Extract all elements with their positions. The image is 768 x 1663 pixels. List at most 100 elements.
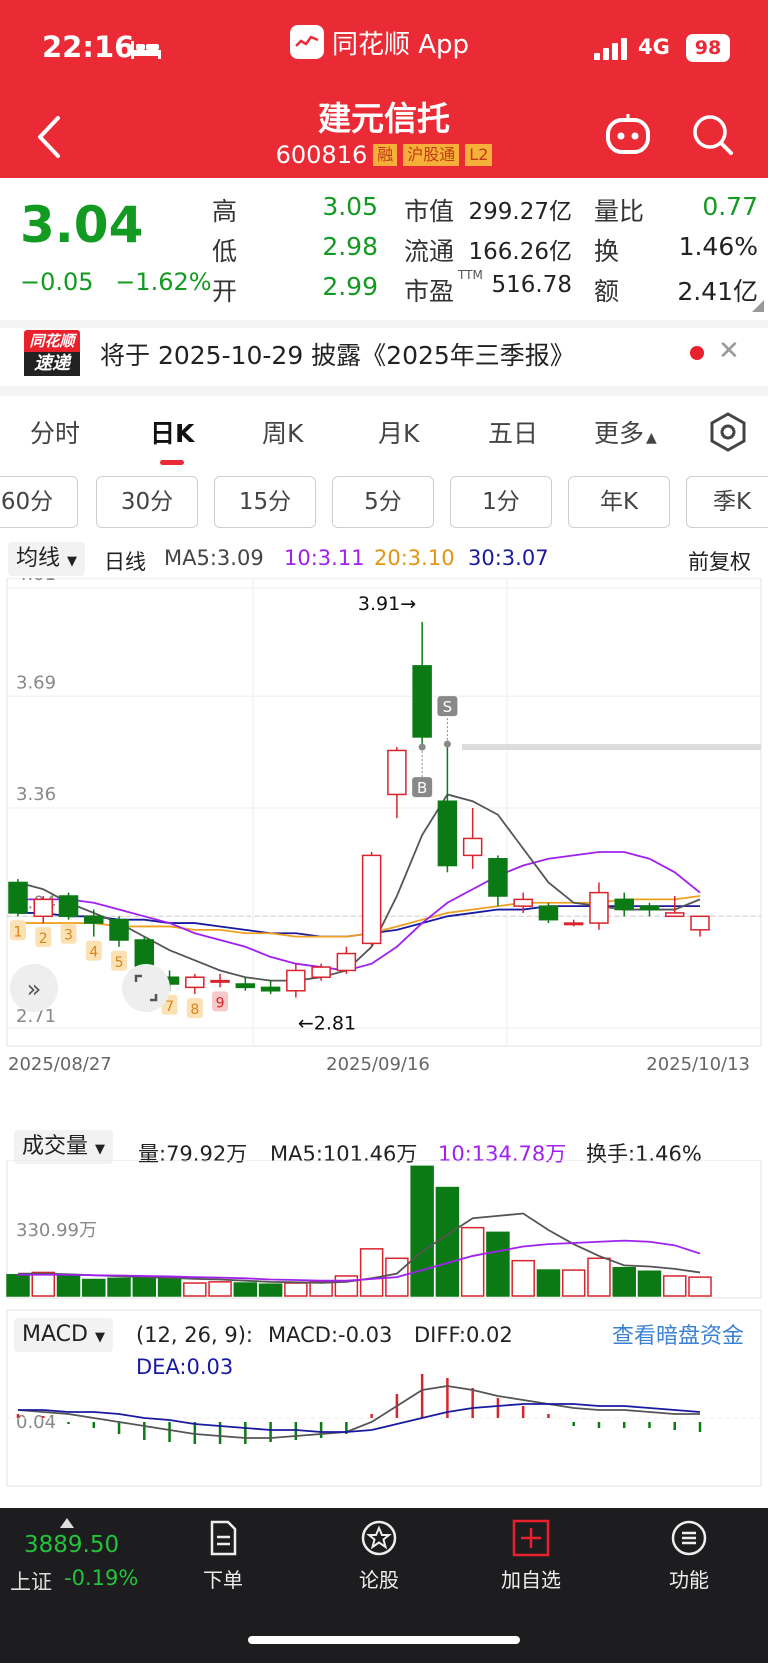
candle-body	[488, 858, 508, 897]
candle-body	[260, 986, 281, 992]
volume-bar	[359, 1248, 384, 1297]
tab-daily-k[interactable]: 日K	[150, 414, 194, 450]
volume-bar	[637, 1270, 662, 1297]
notice-logo-top: 同花顺	[24, 330, 80, 352]
chart-settings-icon[interactable]	[708, 412, 748, 452]
signal-badge-number: 8	[190, 1002, 199, 1018]
search-button[interactable]	[690, 112, 734, 156]
add-plus-icon	[512, 1519, 550, 1557]
kline-x-tick: 2025/10/13	[646, 1054, 750, 1075]
tab-weekly-k[interactable]: 周K	[262, 414, 303, 450]
volume-bar	[309, 1281, 333, 1297]
ma20-legend: 20:3.10	[374, 546, 455, 570]
nav-add-watchlist[interactable]: 加自选	[486, 1518, 576, 1593]
expand-corner-icon[interactable]	[752, 300, 764, 312]
candle-body	[185, 976, 205, 989]
kline-x-tick: 2025/09/16	[326, 1054, 430, 1075]
macd-diff: DIFF:0.02	[414, 1323, 513, 1347]
volume-bar	[410, 1165, 434, 1297]
signal-badge-number: 1	[14, 924, 23, 940]
tab-more[interactable]: 更多 ▲	[594, 414, 657, 450]
assistant-robot-button[interactable]	[604, 112, 652, 156]
volume-ratio-label: 量比	[594, 197, 645, 226]
candle-body	[690, 915, 710, 931]
amount-value: 2.41亿	[677, 277, 758, 306]
high-price-mark: 3.91→	[358, 593, 416, 615]
caret-up-icon: ▲	[646, 430, 657, 446]
nav-functions[interactable]: 功能	[644, 1518, 734, 1593]
macd-dea: DEA:0.03	[136, 1355, 234, 1379]
notice-close-button[interactable]: ✕	[718, 336, 740, 366]
volume-bar	[561, 1269, 586, 1297]
volume-bar	[612, 1266, 636, 1297]
tab-five-day[interactable]: 五日	[488, 414, 538, 450]
high-value: 3.05	[322, 192, 378, 221]
volume-bar	[208, 1281, 232, 1297]
nav-discuss-label: 论股	[359, 1568, 399, 1592]
kline-frame	[6, 578, 762, 1047]
index-expand-icon[interactable]	[60, 1518, 74, 1528]
period-15min[interactable]: 15分	[214, 476, 316, 528]
candle-body	[336, 952, 357, 972]
low-value: 2.98	[322, 232, 378, 261]
kline-chart[interactable]: 4.013.693.363.042.711234567893.91→←2.81B…	[0, 578, 768, 1138]
volume-bar	[536, 1269, 561, 1297]
volume-bar	[233, 1282, 258, 1297]
tag-hk-connect: 沪股通	[403, 144, 460, 166]
volume-bar	[6, 1274, 30, 1297]
period-1min[interactable]: 1分	[450, 476, 552, 528]
status-time: 22:16	[42, 30, 135, 64]
float-value: 166.26亿	[468, 239, 572, 265]
signal-icon	[594, 38, 627, 60]
candle-body	[614, 898, 634, 911]
period-quarter-k[interactable]: 季K	[686, 476, 768, 528]
candle-body	[361, 854, 382, 945]
dark-pool-funds-link[interactable]: 查看暗盘资金	[612, 1318, 744, 1350]
price-adjust-toggle[interactable]: 前复权	[688, 546, 751, 576]
buy-mark-text: B	[417, 779, 427, 797]
fullscreen-button[interactable]	[122, 964, 170, 1012]
volume-y-tick: 330.99万	[16, 1220, 97, 1241]
kline-y-tick: 3.69	[16, 672, 56, 693]
tab-monthly-k[interactable]: 月K	[378, 414, 419, 450]
turnover-value: 1.46%	[678, 232, 758, 261]
float-label: 流通	[404, 237, 455, 266]
period-30min[interactable]: 30分	[96, 476, 198, 528]
pe-label: 市盈	[404, 277, 455, 306]
trade-hold-band	[462, 744, 761, 751]
candle-body	[639, 905, 660, 911]
battery-indicator: 98	[686, 34, 730, 62]
nav-discuss[interactable]: 论股	[334, 1518, 424, 1593]
mktcap-value: 299.27亿	[468, 199, 572, 225]
nav-order[interactable]: 下单	[178, 1518, 268, 1593]
volume-bar	[334, 1275, 359, 1297]
tonghuashun-logo-icon	[290, 25, 324, 59]
volume-chart[interactable]: 330.99万	[0, 1160, 768, 1300]
index-value[interactable]: 3889.50	[24, 1532, 119, 1558]
ma10-legend: 10:3.11	[284, 546, 365, 570]
signal-badge-number: 2	[39, 931, 48, 947]
kline-y-tick: 3.36	[16, 784, 56, 805]
candle-body	[513, 898, 533, 907]
volume-ratio-value: 0.77	[702, 192, 758, 221]
tab-intraday[interactable]: 分时	[30, 414, 80, 450]
candle-body	[563, 922, 584, 926]
sleep-mode-icon	[131, 41, 161, 59]
candle-body	[84, 915, 104, 924]
candle-body	[437, 800, 458, 867]
sell-mark-text: S	[443, 698, 453, 716]
period-60min[interactable]: 60分	[0, 476, 78, 528]
candle-body	[109, 918, 129, 941]
stock-code: 600816	[275, 141, 368, 169]
low-price-mark: ←2.81	[298, 1013, 356, 1035]
candle-body	[387, 749, 407, 796]
period-5min[interactable]: 5分	[332, 476, 434, 528]
nav-add-label: 加自选	[501, 1568, 561, 1592]
discuss-star-icon	[361, 1520, 397, 1556]
volume-bar	[284, 1282, 308, 1297]
network-type: 4G	[638, 35, 670, 59]
volume-bar	[258, 1283, 283, 1297]
period-year-k[interactable]: 年K	[568, 476, 670, 528]
notice-text[interactable]: 将于 2025-10-29 披露《2025年三季报》	[100, 336, 575, 372]
sell-mark-dot	[443, 740, 451, 748]
